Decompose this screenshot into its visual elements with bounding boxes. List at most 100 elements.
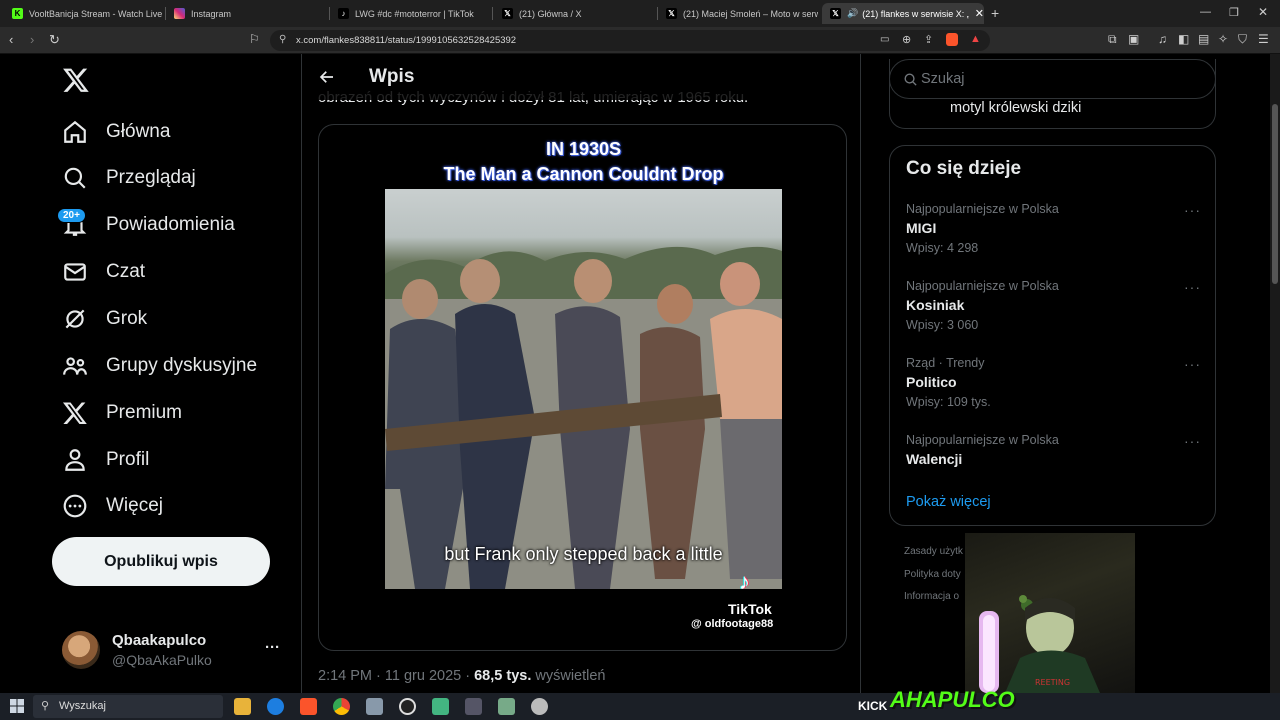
publish-post-button[interactable]: Opublikuj wpis — [52, 537, 270, 586]
sidebar-item-notifications[interactable]: Powiadomienia — [62, 205, 235, 245]
sidebar-item-profile[interactable]: Profil — [62, 440, 149, 480]
cast-icon[interactable]: ▭ — [880, 34, 889, 45]
avatar — [62, 631, 100, 669]
account-more-icon[interactable]: ··· — [265, 639, 280, 656]
more-circle-icon — [63, 494, 87, 518]
leo-icon[interactable]: ✧ — [1218, 33, 1228, 45]
minimize-icon[interactable]: — — [1200, 6, 1211, 18]
file-explorer-icon[interactable] — [234, 698, 251, 715]
tab-tiktok[interactable]: ♪ LWG #dc #mototerror | TikTok — [330, 3, 490, 24]
reload-icon[interactable]: ↻ — [49, 33, 60, 46]
scrollbar-thumb[interactable] — [1272, 104, 1278, 284]
trend-name: Kosiniak — [906, 297, 965, 313]
site-info-icon[interactable]: ⚲ — [279, 34, 286, 45]
restore-icon[interactable]: ❐ — [1229, 6, 1239, 19]
back-arrow-icon[interactable] — [318, 68, 336, 86]
footer-link[interactable]: Zasady użytk — [904, 546, 963, 557]
previous-card-item[interactable]: motyl królewski dziki — [950, 100, 1081, 116]
sidebar-item-explore[interactable]: Przeglądaj — [62, 158, 196, 198]
wallet-icon[interactable]: ▣ — [1128, 33, 1139, 45]
menu-icon[interactable]: ☰ — [1258, 33, 1269, 45]
sidebar-item-more[interactable]: Więcej — [62, 486, 163, 526]
footer-link[interactable]: Informacja o — [904, 591, 959, 602]
new-tab-button[interactable]: + — [991, 5, 999, 21]
taskbar-search[interactable]: ⚲ Wyszukaj — [33, 695, 223, 718]
wallet2-icon[interactable]: ▤ — [1198, 33, 1209, 45]
more-icon[interactable]: ··· — [1184, 433, 1201, 449]
show-more-link[interactable]: Pokaż więcej — [906, 494, 991, 510]
footer-link[interactable]: Polityka doty — [904, 569, 961, 580]
trends-title: Co się dzieje — [906, 158, 1022, 179]
post-views-count: 68,5 tys. — [474, 668, 532, 684]
tab-x-home[interactable]: 𝕏 (21) Główna / X — [494, 3, 654, 24]
app-icon[interactable] — [366, 698, 383, 715]
tab-label: (21) flankes w serwisie X: „Fra — [862, 8, 969, 19]
tab-kick[interactable]: K VooltBanicja Stream - Watch Live — [4, 3, 164, 24]
search-input[interactable]: Szukaj — [921, 71, 965, 87]
brave-shield-icon[interactable] — [946, 33, 958, 46]
x-logo-icon[interactable] — [62, 66, 90, 99]
profile-name: Qbaakapulco — [112, 632, 207, 649]
video-title-line1: IN 1930S — [545, 139, 622, 159]
back-icon[interactable]: ‹ — [9, 33, 13, 46]
sidebar-icon[interactable]: ◧ — [1178, 33, 1189, 45]
post-video-player[interactable]: IN 1930S The Man a Cannon Couldnt Drop b… — [318, 124, 847, 651]
app-icon[interactable] — [432, 698, 449, 715]
obs-icon[interactable] — [399, 698, 416, 715]
search-icon: ⚲ — [41, 700, 50, 712]
brave-icon[interactable] — [300, 698, 317, 715]
tab-label: (21) Maciej Smoleń – Moto w serwi — [683, 8, 818, 19]
taskbar-search-input[interactable]: Wyszukaj — [59, 700, 106, 712]
kick-icon: K — [12, 8, 23, 19]
vpn-icon[interactable]: ⛉ — [1238, 33, 1247, 45]
app-icon[interactable] — [498, 698, 515, 715]
search-box[interactable]: Szukaj — [889, 59, 1216, 99]
more-icon[interactable]: ··· — [1184, 202, 1201, 218]
sidebar-item-label: Przeglądaj — [106, 167, 196, 188]
close-tab-icon[interactable]: ✕ — [975, 7, 984, 20]
zoom-icon[interactable]: ⊕ — [902, 33, 911, 46]
extensions-icon[interactable]: ⧉ — [1108, 33, 1117, 45]
people-icon — [63, 357, 87, 375]
video-scene-image — [385, 246, 782, 589]
trend-name: Politico — [906, 374, 957, 390]
app-icon[interactable] — [531, 698, 548, 715]
sidebar-item-premium[interactable]: Premium — [62, 393, 182, 433]
tab-x-flankes-active[interactable]: 𝕏 🔊 (21) flankes w serwisie X: „Fra ✕ — [822, 3, 984, 24]
post-meta: 2:14 PM · 11 gru 2025 · 68,5 tys. wyświe… — [318, 668, 606, 684]
page-scrollbar[interactable] — [1270, 54, 1280, 693]
url-text[interactable]: x.com/flankes838811/status/1999105632528… — [296, 35, 516, 46]
sidebar-item-chat[interactable]: Czat — [62, 252, 145, 292]
trend-item[interactable]: Najpopularniejsze w Polska Kosiniak Wpis… — [890, 271, 1215, 343]
bookmark-icon[interactable]: ⚐ — [249, 33, 260, 45]
speaker-icon: 🔊 — [847, 8, 859, 18]
brave-rewards-icon[interactable]: ▲ — [970, 33, 981, 45]
trend-meta: Najpopularniejsze w Polska — [906, 279, 1059, 293]
trend-item[interactable]: Rząd · Trendy Politico Wpisy: 109 tys. ·… — [890, 348, 1215, 420]
sidebar-item-home[interactable]: Główna — [62, 112, 170, 152]
trends-card: Co się dzieje Najpopularniejsze w Polska… — [889, 145, 1216, 526]
app-icon[interactable] — [465, 698, 482, 715]
media-icon[interactable]: ♫ — [1158, 33, 1167, 45]
tab-instagram[interactable]: Instagram — [166, 3, 326, 24]
tab-x-maciej[interactable]: 𝕏 (21) Maciej Smoleń – Moto w serwi — [658, 3, 818, 24]
edge-icon[interactable] — [267, 698, 284, 715]
post-timestamp[interactable]: 2:14 PM · 11 gru 2025 · — [318, 668, 474, 684]
close-window-icon[interactable]: ✕ — [1258, 5, 1268, 19]
account-switcher[interactable]: Qbaakapulco @QbaAkaPulko ··· — [62, 629, 292, 675]
trend-item[interactable]: Najpopularniejsze w Polska Walencji ··· — [890, 425, 1215, 475]
forward-icon[interactable]: › — [30, 33, 34, 46]
video-watermark-brand: TikTok — [728, 601, 772, 617]
sidebar-item-grok[interactable]: Grok — [62, 299, 147, 339]
tab-label: Instagram — [191, 8, 232, 19]
share-icon[interactable]: ⇪ — [924, 33, 933, 46]
chrome-icon[interactable] — [333, 698, 350, 715]
trend-item[interactable]: Najpopularniejsze w Polska MIGI Wpisy: 4… — [890, 194, 1215, 266]
trend-name: MIGI — [906, 220, 937, 236]
sidebar-item-communities[interactable]: Grupy dyskusyjne — [62, 346, 257, 386]
more-icon[interactable]: ··· — [1184, 279, 1201, 295]
windows-start-icon[interactable] — [10, 699, 24, 713]
video-frame[interactable]: but Frank only stepped back a little — [385, 189, 782, 589]
address-bar[interactable]: ⚲ x.com/flankes838811/status/19991056325… — [270, 30, 990, 51]
more-icon[interactable]: ··· — [1184, 356, 1201, 372]
